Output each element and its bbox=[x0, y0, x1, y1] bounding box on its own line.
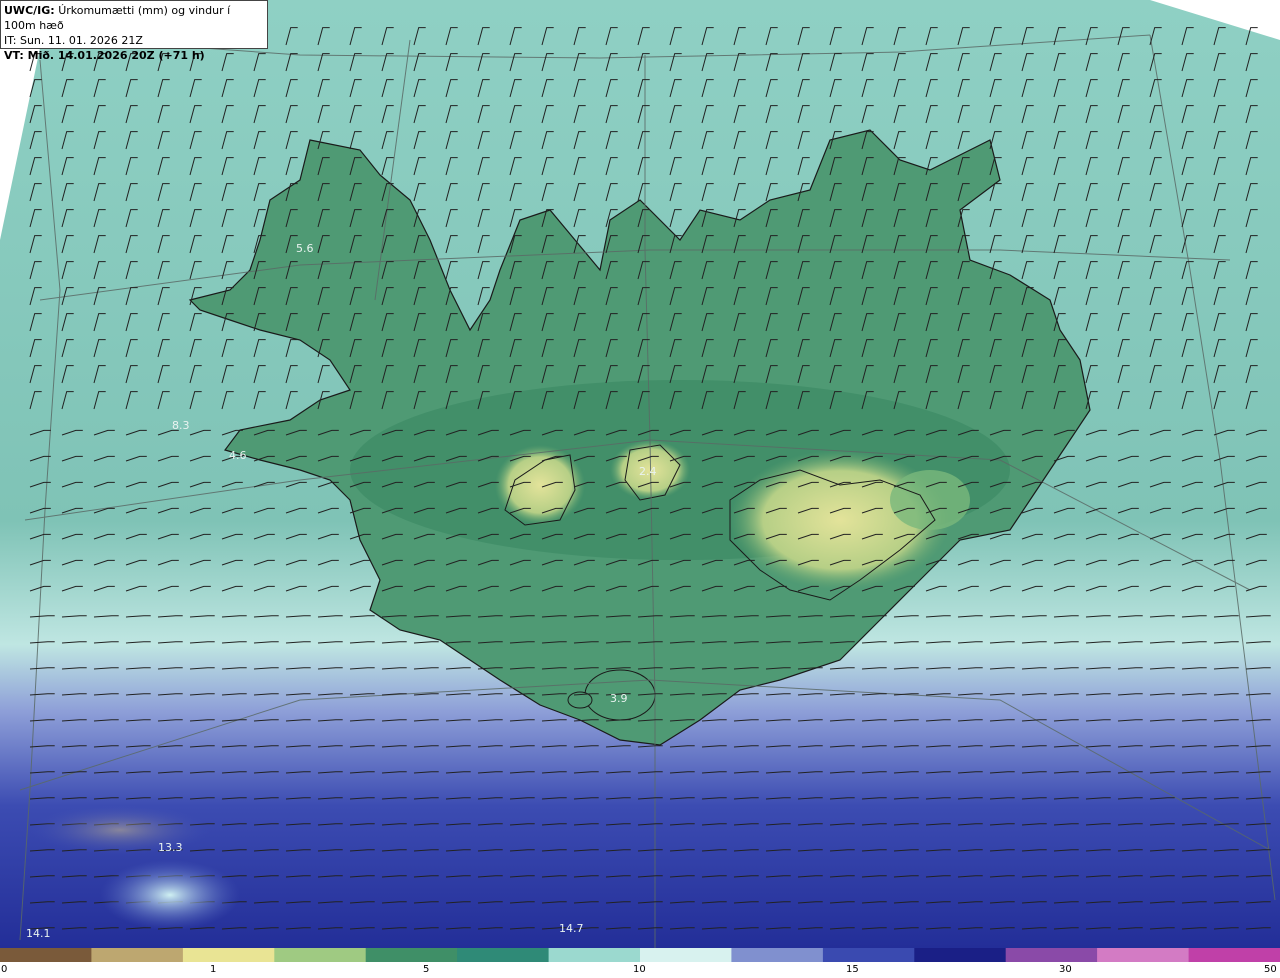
map-label: 3.9 bbox=[610, 692, 628, 705]
init-time: IT: Sun. 11. 01. 2026 21Z bbox=[4, 34, 143, 47]
colorbar-segment bbox=[1005, 948, 1099, 962]
colorbar-segment bbox=[274, 948, 367, 962]
colorbar-tick: 10 bbox=[633, 964, 646, 975]
colorbar-segment bbox=[182, 948, 276, 962]
map-label: 14.7 bbox=[559, 922, 584, 935]
colorbar-segment bbox=[91, 948, 184, 962]
map-title-box: UWC/IG: Úrkomumætti (mm) og vindur í 100… bbox=[0, 0, 268, 62]
colorbar-tick: 5 bbox=[423, 964, 430, 975]
valid-time: VT: Mið. 14.01.2026 20Z (+71 h) bbox=[4, 49, 205, 62]
precipitation-map: 5.6 8.3 4.6 2.4 3.9 13.3 14.7 14.1 bbox=[0, 0, 1280, 948]
colorbar-tick: 30 bbox=[1059, 964, 1072, 975]
colorbar bbox=[0, 948, 1280, 962]
colorbar-tick: 50 bbox=[1264, 964, 1277, 975]
colorbar-tick-labels: 0 1 5 10 15 30 50 bbox=[0, 962, 1280, 978]
colorbar-tick: 1 bbox=[210, 964, 217, 975]
colorbar-segment bbox=[822, 948, 916, 962]
colorbar-segment bbox=[365, 948, 459, 962]
colorbar-segment bbox=[1188, 948, 1280, 962]
map-label: 14.1 bbox=[26, 927, 51, 940]
title-line: UWC/IG: Úrkomumætti (mm) og vindur í 100… bbox=[4, 3, 264, 33]
model-name: UWC/IG: bbox=[4, 4, 55, 17]
colorbar-segment bbox=[457, 948, 550, 962]
colorbar-segment bbox=[1097, 948, 1190, 962]
map-label: 8.3 bbox=[172, 419, 190, 432]
colorbar-segment bbox=[640, 948, 733, 962]
map-label: 5.6 bbox=[296, 242, 314, 255]
colorbar-segment bbox=[914, 948, 1007, 962]
colorbar-segment bbox=[548, 948, 641, 962]
colorbar-tick: 15 bbox=[846, 964, 859, 975]
map-label: 13.3 bbox=[158, 841, 183, 854]
colorbar-segment bbox=[731, 948, 824, 962]
colorbar-segment bbox=[0, 948, 93, 962]
map-label: 2.4 bbox=[639, 465, 657, 478]
colorbar-tick: 0 bbox=[1, 964, 8, 975]
map-label: 4.6 bbox=[229, 449, 247, 462]
